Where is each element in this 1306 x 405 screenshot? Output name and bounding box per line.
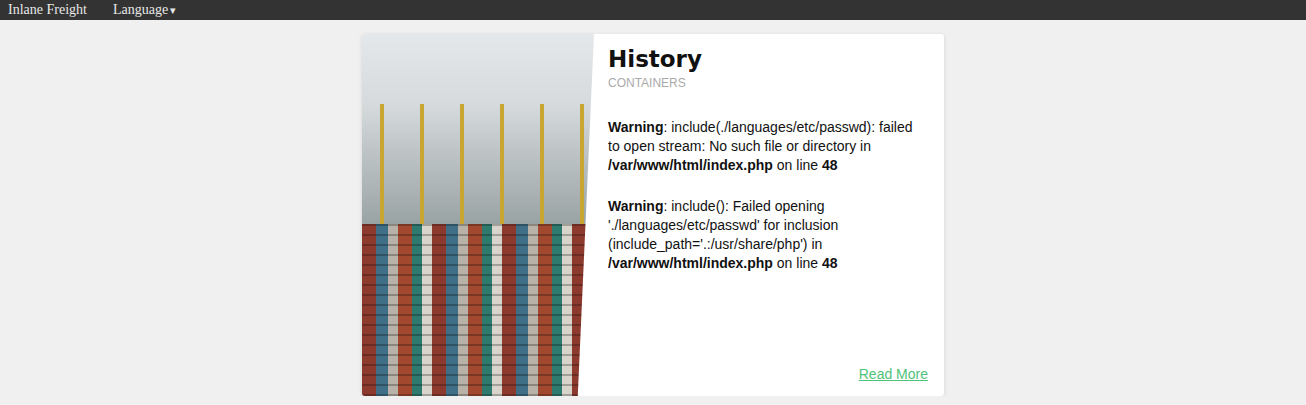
navbar: Inlane Freight Language▾ [0,0,1306,20]
history-card: History CONTAINERS Warning: include(./la… [362,34,944,396]
containers-photo [362,34,594,396]
caret-icon: ▾ [170,4,176,16]
php-warning: Warning: include(./languages/etc/passwd)… [608,118,928,175]
read-more-link[interactable]: Read More [859,366,928,382]
brand-link[interactable]: Inlane Freight [8,2,87,18]
language-menu[interactable]: Language▾ [113,2,176,18]
card-content: History CONTAINERS Warning: include(./la… [594,34,944,396]
page: History CONTAINERS Warning: include(./la… [0,20,1306,396]
card-title: History [608,44,928,74]
card-subtitle: CONTAINERS [608,76,928,90]
php-warning: Warning: include(): Failed opening './la… [608,197,928,273]
